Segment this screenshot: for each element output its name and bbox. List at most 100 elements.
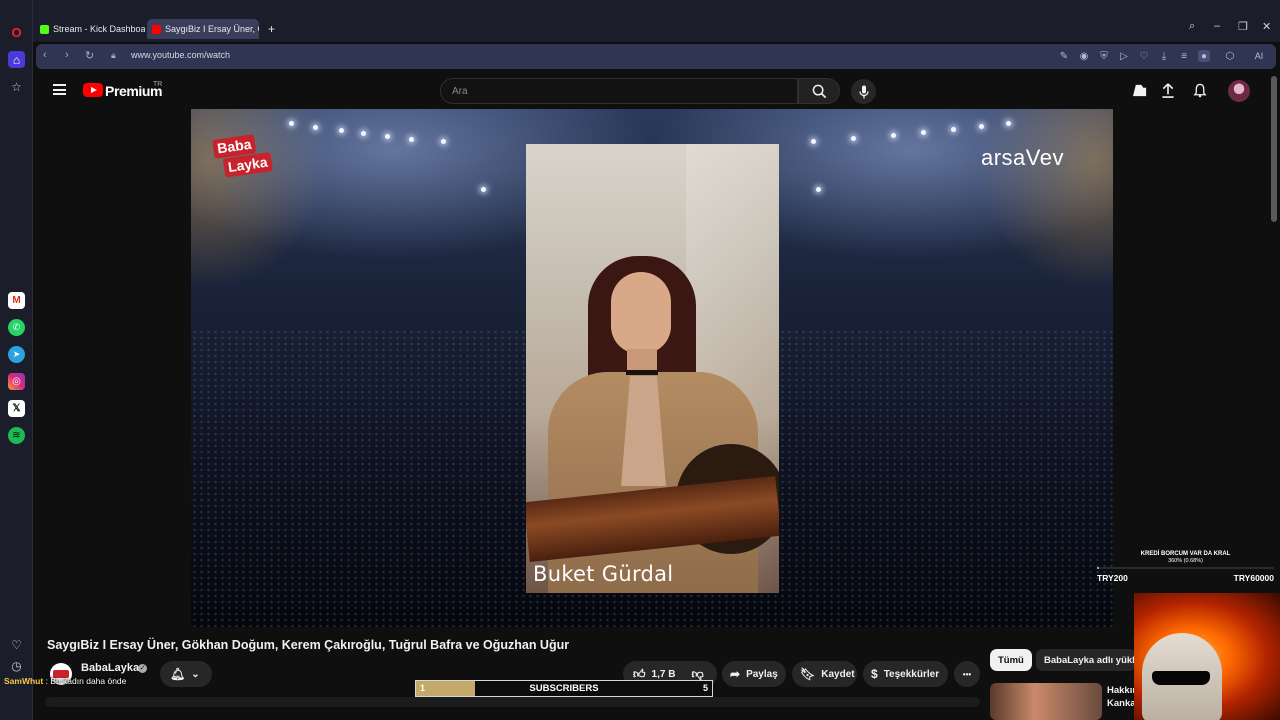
stage-light <box>816 187 821 192</box>
donation-goal-percent: 360% (0.68%) <box>1168 558 1203 564</box>
gmail-icon[interactable]: M <box>8 292 25 309</box>
stage-light <box>441 139 446 144</box>
donation-goal-bar <box>1097 567 1274 569</box>
recommended-thumbnail[interactable] <box>990 683 1102 720</box>
recommended-title[interactable]: Hakkın Kanka <box>1107 684 1135 710</box>
upload-icon[interactable] <box>1159 82 1176 99</box>
telegram-icon[interactable]: ➤ <box>8 346 25 363</box>
tab-youtube-video[interactable]: SaygıBiz I Ersay Üner, Gök <box>147 19 259 39</box>
bookmark-icon: 🔖︎ <box>800 667 816 681</box>
youtube-logo-icon[interactable] <box>83 83 103 97</box>
ai-button[interactable]: AI <box>1246 50 1272 62</box>
subscription-bell-button[interactable]: 🔔︎ ⌄ <box>160 661 212 687</box>
search-input[interactable]: Ara <box>440 78 798 104</box>
kick-icon <box>40 24 49 34</box>
search-button[interactable] <box>798 78 840 104</box>
ai-label: AI <box>1254 51 1264 61</box>
description-box[interactable] <box>45 697 980 707</box>
plus-icon: + <box>268 22 276 36</box>
share-icon: ➦ <box>730 667 741 681</box>
chat-text: Bu kadın daha önde <box>50 676 127 686</box>
heart-outline-icon[interactable]: ♡ <box>1138 50 1150 62</box>
notifications-bell-icon[interactable] <box>1191 82 1208 99</box>
stage-light <box>1006 121 1011 126</box>
page-scrollbar[interactable] <box>1271 76 1277 222</box>
verified-badge-icon: ✓ <box>138 664 147 673</box>
share-button[interactable]: ➦ Paylaş <box>722 661 786 687</box>
tab-search-icon[interactable]: ⌕ <box>1189 20 1195 33</box>
chip-all[interactable]: Tümü <box>990 649 1032 671</box>
download-icon[interactable]: ⤓ <box>1158 50 1170 62</box>
x-icon[interactable]: 𝕏 <box>8 400 25 417</box>
opera-logo-icon[interactable]: O <box>8 24 25 41</box>
channel-name[interactable]: BabaLayka <box>81 662 139 674</box>
history-icon[interactable]: ◷ <box>8 657 25 674</box>
stage-light <box>361 131 366 136</box>
chevron-down-icon: ⌄ <box>191 668 200 680</box>
thanks-button[interactable]: $ Teşekkürler <box>863 661 948 687</box>
shield-icon[interactable]: ⛨ <box>1098 50 1110 62</box>
play-icon[interactable]: ▷ <box>1118 50 1130 62</box>
stage-light <box>979 124 984 129</box>
minimize-icon[interactable]: – <box>1214 20 1220 32</box>
account-avatar[interactable] <box>1228 80 1250 102</box>
sponsor-logo: arsaVev <box>981 145 1064 170</box>
star-icon[interactable]: ☆ <box>8 78 25 95</box>
menu-icon[interactable] <box>53 84 66 95</box>
stage-light <box>851 136 856 141</box>
stage-light <box>409 137 414 142</box>
subscriber-goal-target: 5 <box>702 683 708 693</box>
save-button[interactable]: 🔖︎ Kaydet <box>792 661 857 687</box>
restore-icon[interactable]: ❐ <box>1238 20 1248 33</box>
donation-goal-widget: KREDİ BORCUM VAR DA KRAL 360% (0.68%) TR… <box>1097 551 1274 583</box>
forward-icon[interactable]: › <box>65 49 69 61</box>
thanks-label: Teşekkürler <box>883 668 940 680</box>
tab-kick-dashboard[interactable]: Stream - Kick Dashboard <box>35 19 145 39</box>
extensions-icon[interactable]: ⬡ <box>1224 50 1236 62</box>
like-count[interactable]: 1,7 B <box>652 669 676 680</box>
share-label: Paylaş <box>746 668 778 680</box>
donation-goal-min: TRY200 <box>1097 573 1128 583</box>
stage-light <box>289 121 294 126</box>
video-title: SaygıBiz I Ersay Üner, Gökhan Doğum, Ker… <box>47 638 570 652</box>
menu-lines-icon[interactable]: ≡ <box>1178 50 1190 62</box>
new-tab-button[interactable]: + <box>263 19 279 39</box>
back-icon[interactable]: ‹ <box>43 49 47 61</box>
subscriber-goal-label: SUBSCRIBERS <box>529 683 599 694</box>
subscriber-goal-bar: 1 SUBSCRIBERS 5 <box>415 680 713 697</box>
performer-caption: Buket Gürdal <box>533 562 674 586</box>
donation-goal-title: KREDİ BORCUM VAR DA KRAL <box>1140 551 1231 557</box>
chat-username: SamWhut <box>4 676 44 686</box>
sunglasses-icon <box>1152 671 1210 685</box>
donation-goal-max: TRY60000 <box>1233 573 1274 583</box>
youtube-icon <box>152 24 161 34</box>
more-actions-button[interactable]: ••• <box>954 661 980 687</box>
video-player[interactable]: Baba Layka arsaVev Buket Gürdal <box>191 109 1113 627</box>
stage-light <box>481 187 486 192</box>
instagram-icon[interactable]: ◎ <box>8 373 25 390</box>
heart-icon[interactable]: ♡ <box>8 636 25 653</box>
stage-light <box>951 127 956 132</box>
camera-icon[interactable]: ◉ <box>1078 50 1090 62</box>
lock-icon: 🔒︎ <box>111 50 116 60</box>
tab-label: SaygıBiz I Ersay Üner, Gök <box>165 24 259 34</box>
screen: O ⌂ ☆ M ✆ ➤ ◎ 𝕏 ≋ ♡ ◷ Stream - Kick Dash… <box>0 0 1280 720</box>
reload-icon[interactable]: ↻ <box>85 49 94 62</box>
create-icon[interactable] <box>1132 82 1149 99</box>
address-bar-row: ‹ › ↻ 🔒︎ www.youtube.com/watch ✎ ◉ ⛨ ▷ ♡… <box>36 44 1276 69</box>
url-field[interactable]: www.youtube.com/watch <box>131 50 230 60</box>
search-icon <box>812 84 826 98</box>
close-window-icon[interactable]: ✕ <box>1262 20 1271 33</box>
more-icon: ••• <box>962 669 972 679</box>
donation-goal-fill <box>1097 567 1099 569</box>
chip-channel-uploads[interactable]: BabaLayka adlı yükley <box>1036 649 1136 671</box>
voice-search-button[interactable] <box>851 79 876 104</box>
stage-light <box>313 125 318 130</box>
edit-icon[interactable]: ✎ <box>1058 50 1070 62</box>
profile-icon[interactable]: ● <box>1198 50 1210 62</box>
whatsapp-icon[interactable]: ✆ <box>8 319 25 336</box>
home-icon[interactable]: ⌂ <box>8 51 25 68</box>
save-label: Kaydet <box>821 668 855 680</box>
stage-light <box>811 139 816 144</box>
spotify-icon[interactable]: ≋ <box>8 427 25 444</box>
